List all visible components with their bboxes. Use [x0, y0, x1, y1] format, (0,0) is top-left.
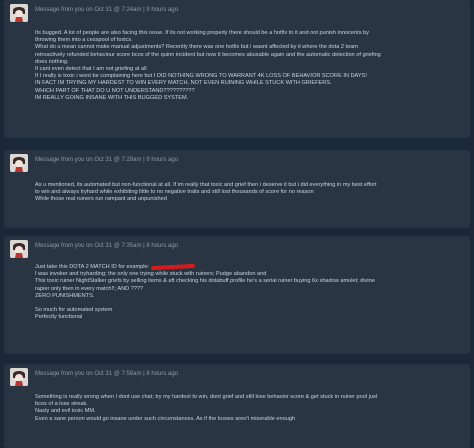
message-line: ZERO PUNISHMENTS.: [35, 292, 95, 299]
message-line-with-redaction: Just take this DOTA 2 MATCH ID for examp…: [35, 264, 462, 271]
message-line: IN FACT IM TRYING MY HARDEST TO WIN EVER…: [35, 80, 332, 87]
message-line: Perfectly functional: [35, 314, 83, 321]
message-line: WHICH PART OF THAT DO U NOT UNDERSTAND??…: [35, 87, 195, 94]
message-line: Something is really wrong when I dont us…: [35, 394, 378, 400]
avatar[interactable]: [10, 154, 28, 172]
message-body: Just take this DOTA 2 MATCH ID for examp…: [35, 264, 462, 322]
message-line: bcos of a lose streak.: [35, 401, 88, 408]
message-line: [35, 300, 462, 307]
message-meta: Message from you on Oct 31 @ 7:35am | 8 …: [35, 243, 179, 249]
avatar[interactable]: [10, 4, 28, 22]
message-line: IM REALLY GOING INSANE WITH THIS BUGGED …: [35, 94, 189, 101]
message-line: As u mentioned, its automated but non-fu…: [35, 182, 377, 188]
message-line: retroactively refunded behaviour score b…: [35, 51, 381, 58]
avatar[interactable]: [10, 240, 28, 258]
message-line: Even a sane person would go insane under…: [35, 415, 296, 422]
message-line: This toxic ruiner NightStalker griefs by…: [35, 278, 375, 285]
avatar[interactable]: [10, 368, 28, 386]
message-line: What do u mean cannot make manual adjust…: [35, 44, 358, 51]
message-line: So much for automated system: [35, 307, 113, 314]
redaction-mark: [151, 264, 196, 270]
message-header: Message from you on Oct 31 @ 7:29am | 9 …: [4, 150, 470, 176]
message-header: Message from you on Oct 31 @ 7:58am | 8 …: [4, 364, 470, 390]
message-body: Its bugged. A lot of people are also fac…: [35, 30, 462, 102]
message-card: Message from you on Oct 31 @ 7:24am | 9 …: [4, 0, 470, 138]
message-card: Message from you on Oct 31 @ 7:58am | 8 …: [4, 364, 470, 448]
message-thread: Message from you on Oct 31 @ 7:24am | 9 …: [0, 0, 474, 448]
message-line: rapier only then in every match!!; AND ?…: [35, 285, 144, 292]
message-line: Its bugged. A lot of people are also fac…: [35, 30, 369, 36]
message-header: Message from you on Oct 31 @ 7:24am | 9 …: [4, 0, 470, 26]
message-body: Something is really wrong when I dont us…: [35, 394, 462, 423]
message-line: It cant even detect that I am not griefi…: [35, 66, 147, 73]
message-body: As u mentioned, its automated but non-fu…: [35, 182, 462, 204]
message-line: throwing them into a cesspool of toxics.: [35, 37, 133, 44]
message-line: If I really is toxic i wont be complaini…: [35, 73, 367, 80]
message-card: Message from you on Oct 31 @ 7:35am | 8 …: [4, 236, 470, 354]
message-line: While those real ruiners run rampant and…: [35, 196, 167, 203]
message-line: to win and always tryhard while exhibiti…: [35, 189, 314, 196]
message-line: Nasty and evil toxic MM.: [35, 408, 96, 415]
message-card: Message from you on Oct 31 @ 7:29am | 9 …: [4, 150, 470, 228]
message-line: Just take this DOTA 2 MATCH ID for examp…: [35, 264, 150, 270]
message-line: I was invoker and tryharding; the only o…: [35, 271, 267, 278]
message-meta: Message from you on Oct 31 @ 7:29am | 9 …: [35, 157, 179, 163]
message-line: does nothing.: [35, 58, 69, 65]
message-meta: Message from you on Oct 31 @ 7:24am | 9 …: [35, 7, 179, 13]
message-meta: Message from you on Oct 31 @ 7:58am | 8 …: [35, 371, 179, 377]
message-header: Message from you on Oct 31 @ 7:35am | 8 …: [4, 236, 470, 262]
